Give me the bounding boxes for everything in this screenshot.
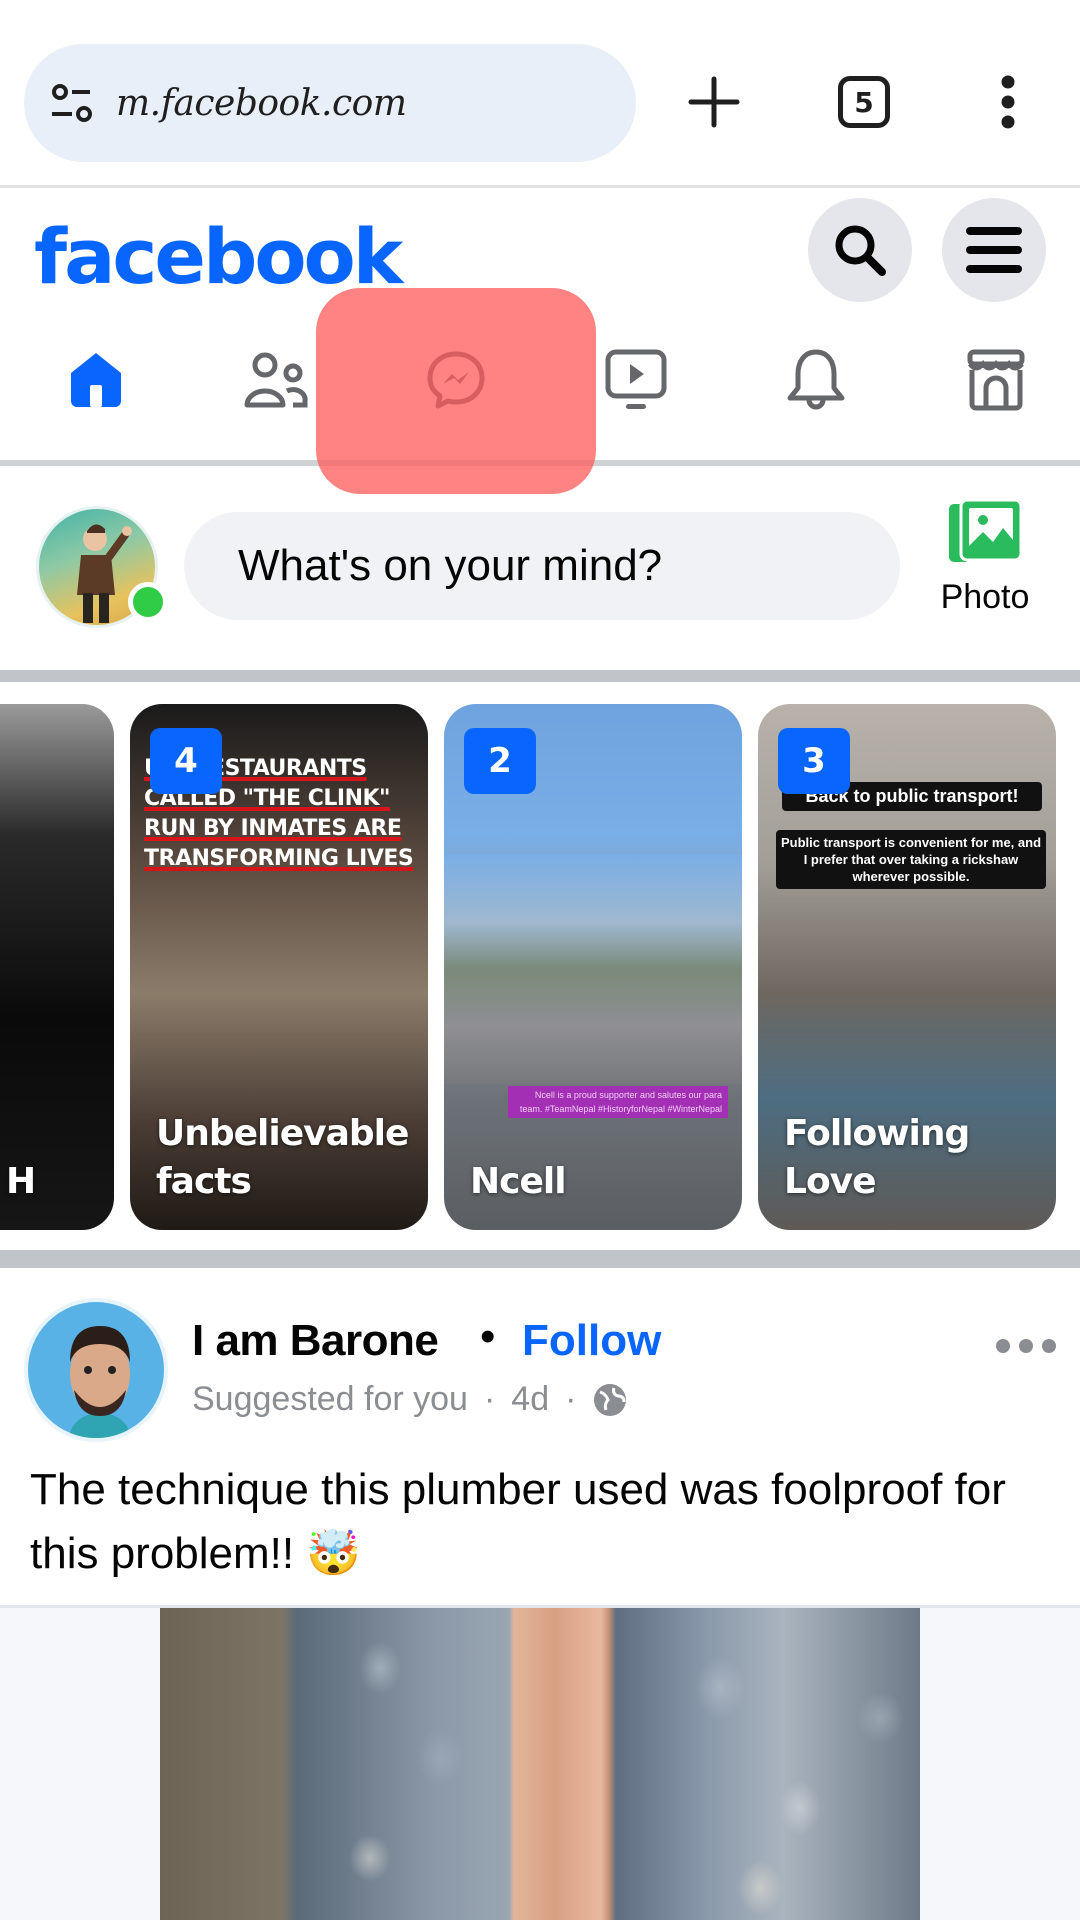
stories-carousel[interactable]: H U N RESTAURANTS CALLED "THE CLINK" RUN… [0,700,1080,1240]
author-avatar[interactable] [24,1298,168,1442]
story-overlay-text: Public transport is convenient for me, a… [776,830,1046,889]
separator-dot: • [480,1312,496,1361]
globe-icon [594,1383,627,1416]
hamburger-icon [966,227,1022,273]
tab-marketplace[interactable] [906,310,1080,450]
story-count-badge: 3 [778,728,850,794]
main-menu-button[interactable] [942,198,1046,302]
post-author-name[interactable]: I am Barone [192,1316,439,1366]
tab-notifications[interactable] [726,310,906,450]
new-tab-button[interactable] [672,60,756,144]
story-count-badge: 4 [150,728,222,794]
browser-menu-button[interactable] [966,60,1050,144]
home-icon [71,353,121,407]
post-age[interactable]: 4d [511,1380,549,1419]
tap-highlight-overlay [316,288,596,494]
photo-button[interactable]: Photo [930,498,1040,638]
post-options-button[interactable] [996,1326,1056,1366]
story-card[interactable]: Ncell is a proud supporter and salutes o… [444,704,742,1230]
facebook-logo[interactable]: facebook [34,212,403,301]
story-card[interactable]: H [0,704,114,1230]
more-horiz-icon [1019,1339,1033,1353]
story-overlay-text: Ncell is a proud supporter and salutes o… [508,1086,728,1118]
post-image[interactable] [160,1608,920,1920]
author-photo [68,1326,132,1438]
photo-label: Photo [940,578,1030,616]
marketplace-icon [967,349,1025,411]
tab-switcher-button[interactable]: 5 [822,60,906,144]
post-header: I am Barone • Follow Suggested for you ·… [0,1290,1080,1442]
story-author: Ncell [470,1161,567,1202]
post-body-text: The technique this plumber used was fool… [30,1465,1006,1578]
story-author: H [6,1161,36,1202]
post-meta: Suggested for you · 4d · [192,1380,628,1419]
tab-home[interactable] [6,310,186,450]
story-author: Following Love [784,1113,970,1202]
photo-icon [949,498,1023,562]
story-photo [444,854,742,1084]
follow-button[interactable]: Follow [522,1316,661,1366]
video-icon [605,349,667,409]
post-media[interactable] [0,1605,1080,1920]
friends-icon [244,352,308,408]
meta-dot: · [565,1380,577,1418]
more-horiz-icon [996,1339,1010,1353]
browser-toolbar: m.facebook.com 5 [0,0,1080,188]
more-vert-icon [1001,75,1015,129]
url-text[interactable]: m.facebook.com [116,83,407,124]
online-status-indicator [128,582,168,622]
search-icon [835,225,886,276]
whats-on-your-mind-input[interactable]: What's on your mind? [184,512,900,620]
tune-icon[interactable] [48,79,96,127]
suggestion-label: Suggested for you [192,1380,468,1418]
plus-icon [688,76,740,128]
story-author: Unbelievable facts [156,1113,409,1202]
post-composer: What's on your mind? Photo [0,478,1080,668]
section-separator [0,1250,1080,1268]
search-button[interactable] [808,198,912,302]
meta-dot: · [483,1380,496,1418]
more-horiz-icon [1042,1339,1056,1353]
tab-switcher-icon: 5 [838,76,890,128]
screen: m.facebook.com 5 facebook What's on your… [0,0,1080,1920]
post-image-texture [160,1608,920,1920]
address-bar[interactable]: m.facebook.com [24,44,636,162]
story-card[interactable]: U N RESTAURANTS CALLED "THE CLINK" RUN B… [130,704,428,1230]
bell-icon [787,349,845,410]
story-card[interactable]: Back to public transport! Public transpo… [758,704,1056,1230]
section-separator [0,670,1080,682]
story-count-badge: 2 [464,728,536,794]
